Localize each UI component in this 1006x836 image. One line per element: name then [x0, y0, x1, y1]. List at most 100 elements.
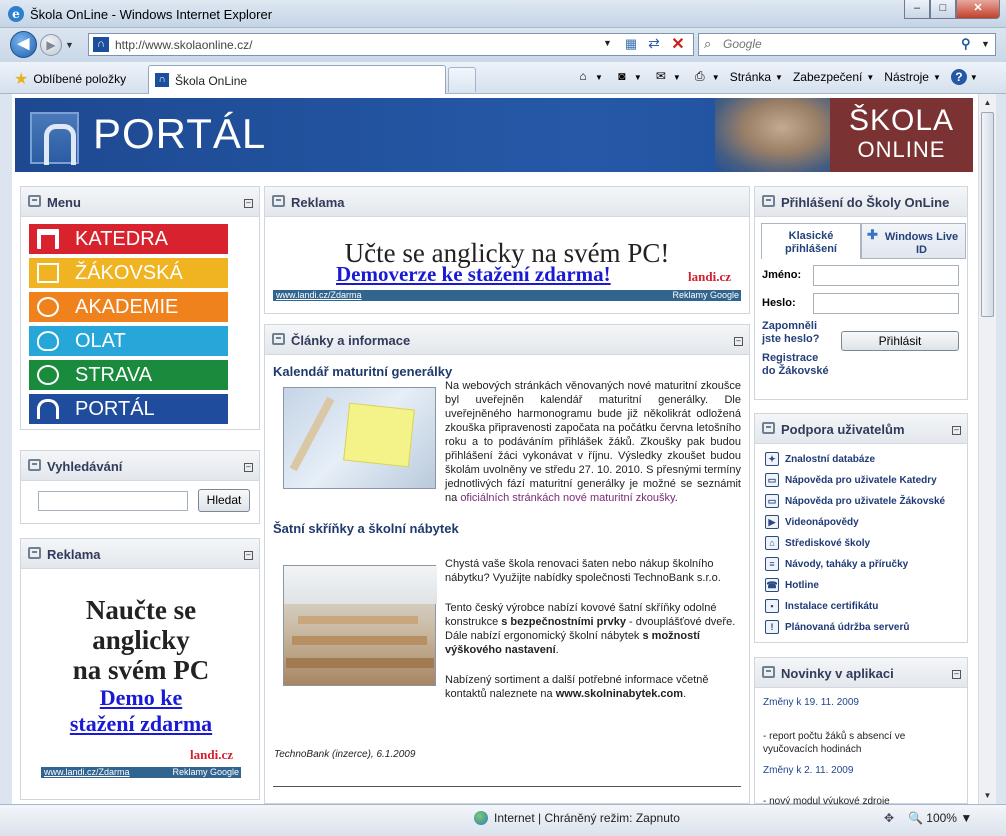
ad-top-google[interactable]: Reklamy Google: [672, 290, 739, 301]
scroll-up-icon[interactable]: ▲: [980, 95, 995, 110]
articles-box-header: Články a informace –: [265, 325, 749, 355]
close-window-button[interactable]: ✕: [956, 0, 1000, 19]
support-link-katedra-help[interactable]: ▭ Nápověda pro uživatele Katedry: [765, 473, 937, 487]
vertical-scrollbar[interactable]: ▲ ▼: [978, 94, 996, 804]
search-dropdown-icon[interactable]: ▼: [981, 39, 990, 49]
news-date-2[interactable]: Změny k 2. 11. 2009: [763, 764, 853, 777]
support-link-hotline[interactable]: ☎ Hotline: [765, 578, 819, 592]
help-dropdown-icon[interactable]: ▼: [970, 73, 978, 82]
news-date-1[interactable]: Změny k 19. 11. 2009: [763, 696, 859, 709]
register-link[interactable]: Registrace do Žákovské: [762, 352, 832, 378]
tools-menu[interactable]: Nástroje: [884, 70, 929, 84]
print-icon[interactable]: ⎙: [691, 69, 709, 85]
stop-icon[interactable]: ✕: [669, 34, 687, 54]
menu-item-strava[interactable]: STRAVA: [29, 360, 228, 390]
ad-left-google[interactable]: Reklamy Google: [172, 767, 239, 778]
support-link-maintenance[interactable]: ! Plánovaná údržba serverů: [765, 620, 910, 634]
ad-top-strip[interactable]: www.landi.cz/Zdarma Reklamy Google: [273, 290, 741, 301]
security-zone-status[interactable]: Internet | Chráněný režim: Zapnuto: [494, 811, 680, 825]
password-field[interactable]: [813, 293, 959, 314]
minimize-button[interactable]: –: [904, 0, 930, 19]
search-button[interactable]: Hledat: [198, 489, 250, 512]
login-button[interactable]: Přihlásit: [841, 331, 959, 351]
article1-image[interactable]: [283, 387, 436, 489]
rss-dropdown-icon[interactable]: ▼: [634, 73, 642, 82]
collapse-icon[interactable]: –: [244, 199, 253, 208]
menu-item-akademie[interactable]: AKADEMIE: [29, 292, 228, 322]
back-button[interactable]: ◀: [10, 31, 37, 58]
article1-link[interactable]: oficiálních stránkách nové maturitní zko…: [460, 492, 674, 504]
tools-menu-chevron-icon[interactable]: ▼: [933, 73, 941, 82]
menu-item-katedra[interactable]: KATEDRA: [29, 224, 228, 254]
new-tab-button[interactable]: [448, 67, 476, 92]
tab-classic-login[interactable]: Klasické přihlášení: [761, 223, 861, 259]
home-dropdown-icon[interactable]: ▼: [595, 73, 603, 82]
tab-windows-live[interactable]: ✚ Windows Live ID: [861, 223, 966, 259]
ad-left-link2[interactable]: stažení zdarma: [41, 711, 241, 737]
ad-top-url[interactable]: www.landi.cz/Zdarma: [276, 290, 362, 301]
address-url[interactable]: http://www.skolaonline.cz/: [115, 38, 252, 52]
collapse-icon[interactable]: –: [952, 670, 961, 679]
security-menu[interactable]: Zabezpečení: [793, 70, 862, 84]
article2-website-link[interactable]: www.skolninabytek.com: [556, 688, 683, 700]
ad-top-link[interactable]: Demoverze ke stažení zdarma!: [336, 262, 611, 287]
compatibility-view-icon[interactable]: ▦: [623, 36, 639, 53]
address-dropdown-icon[interactable]: ▼: [603, 38, 612, 48]
site-search-input[interactable]: [38, 491, 188, 511]
support-link-certificate[interactable]: ▪ Instalace certifikátu: [765, 599, 878, 613]
mail-icon[interactable]: ✉: [652, 69, 670, 85]
menu-item-olat[interactable]: OLAT: [29, 326, 228, 356]
print-dropdown-icon[interactable]: ▼: [712, 73, 720, 82]
search-icon[interactable]: ⚲: [961, 36, 971, 52]
page-menu[interactable]: Stránka: [730, 70, 771, 84]
favorites-button[interactable]: ★ Oblíbené položky: [14, 69, 126, 89]
support-link-centre-schools[interactable]: ⌂ Střediskové školy: [765, 536, 870, 550]
search-box[interactable]: ⌕ ⚲ ▼: [698, 33, 996, 56]
support-link-video-help[interactable]: ▶ Videonápovědy: [765, 515, 859, 529]
ad-box-left: Reklama – Naučte se anglicky na svém PC …: [20, 538, 260, 800]
history-dropdown-icon[interactable]: ▼: [65, 40, 74, 50]
support-link-guides[interactable]: ≡ Návody, taháky a příručky: [765, 557, 908, 571]
ad-top-creative[interactable]: Učte se anglicky na svém PC! Demoverze k…: [273, 239, 741, 289]
support-link-label: Instalace certifikátu: [785, 600, 879, 612]
ad-left-strip[interactable]: www.landi.cz/Zdarma Reklamy Google: [41, 767, 241, 778]
protected-mode-icon[interactable]: ✥: [884, 811, 894, 825]
mail-dropdown-icon[interactable]: ▼: [673, 73, 681, 82]
scroll-down-icon[interactable]: ▼: [980, 788, 995, 803]
collapse-icon[interactable]: –: [244, 463, 253, 472]
support-link-label: Nápověda pro uživatele Katedry: [785, 474, 937, 486]
help-icon[interactable]: ?: [950, 69, 967, 85]
support-link-knowledge-base[interactable]: ✦ Znalostní databáze: [765, 452, 875, 466]
ad-left-link1[interactable]: Demo ke: [41, 685, 241, 711]
menu-item-portal[interactable]: PORTÁL: [29, 394, 228, 424]
collapse-icon[interactable]: –: [734, 337, 743, 346]
security-menu-chevron-icon[interactable]: ▼: [866, 73, 874, 82]
tab-label: Škola OnLine: [175, 74, 248, 88]
menu-item-label: STRAVA: [75, 364, 153, 386]
page-menu-chevron-icon[interactable]: ▼: [775, 73, 783, 82]
collapse-icon[interactable]: –: [244, 551, 253, 560]
search-input[interactable]: [723, 37, 943, 51]
scroll-thumb[interactable]: [981, 112, 994, 317]
ad-left-creative[interactable]: Naučte se anglicky na svém PC Demo ke st…: [41, 579, 241, 765]
refresh-icon[interactable]: ⇄: [645, 35, 663, 53]
portal-logo-icon[interactable]: [30, 112, 79, 165]
forgot-password-link[interactable]: Zapomněli jste heslo?: [762, 320, 832, 346]
article2-image[interactable]: [283, 565, 437, 686]
menu-item-zakovska[interactable]: ŽÁKOVSKÁ: [29, 258, 228, 288]
rss-icon[interactable]: ◙: [613, 69, 631, 85]
zoom-level[interactable]: 🔍 100% ▼: [908, 811, 972, 825]
browser-tab[interactable]: ∩ Škola OnLine: [148, 65, 446, 94]
home-icon[interactable]: ⌂: [574, 69, 592, 85]
article2-title[interactable]: Šatní skříňky a školní nábytek: [273, 521, 459, 536]
article1-title[interactable]: Kalendář maturitní generálky: [273, 364, 452, 379]
skola-online-logo[interactable]: ŠKOLA ONLINE: [830, 98, 973, 172]
maximize-button[interactable]: □: [930, 0, 956, 19]
address-bar[interactable]: ∩ http://www.skolaonline.cz/ ▼ ▦ ⇄ ✕: [88, 33, 694, 56]
support-link-zakovska-help[interactable]: ▭ Nápověda pro uživatele Žákovské: [765, 494, 945, 508]
name-field[interactable]: [813, 265, 959, 286]
forward-button[interactable]: ▶: [40, 34, 62, 56]
collapse-icon[interactable]: –: [952, 426, 961, 435]
ad-box-left-header: Reklama –: [21, 539, 259, 569]
ad-left-url[interactable]: www.landi.cz/Zdarma: [44, 767, 130, 778]
